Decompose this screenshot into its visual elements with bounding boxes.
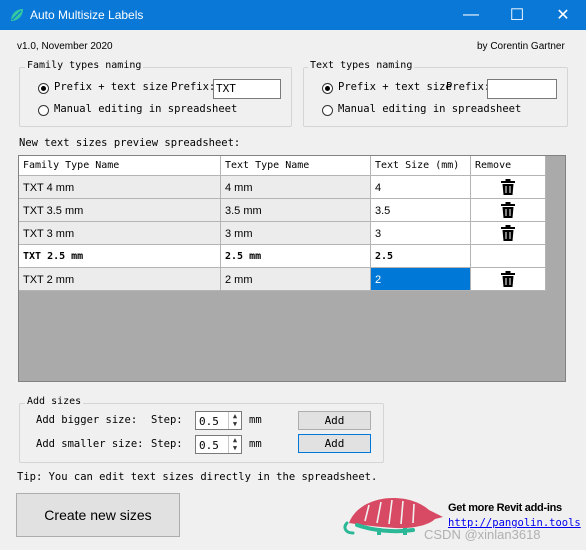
cell-family-name[interactable]: TXT 3 mm [19, 222, 221, 245]
close-icon: ✕ [556, 7, 570, 24]
cell-text-name[interactable]: 4 mm [221, 176, 371, 199]
chevron-down-icon[interactable]: ▼ [233, 420, 237, 428]
text-prefix-radio[interactable] [322, 83, 333, 94]
cell-text-name[interactable]: 3.5 mm [221, 199, 371, 222]
bigger-step-stepper[interactable]: 0.5 ▲ ▼ [195, 411, 242, 430]
tip-text: Tip: You can edit text sizes directly in… [17, 471, 378, 483]
version-label: v1.0, November 2020 [17, 41, 113, 52]
family-prefix-label: Prefix: [171, 81, 216, 93]
close-button[interactable]: ✕ [540, 0, 586, 30]
minimize-icon: — [463, 6, 479, 23]
add-sizes-legend: Add sizes [25, 396, 84, 407]
header-family-type[interactable]: Family Type Name [19, 156, 221, 176]
trash-icon [501, 271, 515, 287]
family-manual-radio[interactable] [38, 105, 49, 116]
remove-row-button[interactable] [471, 199, 546, 222]
minimize-button[interactable]: — [448, 0, 494, 30]
header-text-type[interactable]: Text Type Name [221, 156, 371, 176]
smaller-step-stepper[interactable]: 0.5 ▲ ▼ [195, 435, 242, 454]
add-bigger-button[interactable]: Add [298, 411, 371, 430]
trash-icon [501, 202, 515, 218]
remove-row-button[interactable] [471, 176, 546, 199]
chevron-down-icon[interactable]: ▼ [233, 444, 237, 452]
trash-icon [501, 225, 515, 241]
watermark-text: CSDN @xinlan3618 [424, 527, 541, 542]
stepper-arrows[interactable]: ▲ ▼ [228, 436, 241, 453]
cell-text-size[interactable]: 4 [371, 176, 471, 199]
bigger-unit-label: mm [249, 414, 262, 426]
cell-family-name[interactable]: TXT 3.5 mm [19, 199, 221, 222]
family-prefix-input[interactable]: TXT [213, 79, 281, 99]
add-bigger-label: Add bigger size: [36, 414, 138, 426]
chevron-up-icon[interactable]: ▲ [233, 412, 237, 420]
maximize-button[interactable]: ☐ [494, 0, 540, 30]
preview-label: New text sizes preview spreadsheet: [19, 137, 241, 149]
app-leaf-icon [11, 9, 23, 21]
family-manual-option-label: Manual editing in spreadsheet [54, 103, 238, 115]
stepper-arrows[interactable]: ▲ ▼ [228, 412, 241, 429]
text-prefix-option-label: Prefix + text size [338, 81, 452, 93]
add-smaller-button[interactable]: Add [298, 434, 371, 453]
window-title: Auto Multisize Labels [30, 8, 144, 22]
chevron-up-icon[interactable]: ▲ [233, 436, 237, 444]
author-label: by Corentin Gartner [477, 41, 565, 52]
cell-family-name[interactable]: TXT 2 mm [19, 268, 221, 291]
text-prefix-input[interactable] [487, 79, 557, 99]
cell-text-name[interactable]: 2 mm [221, 268, 371, 291]
add-smaller-label: Add smaller size: [36, 438, 144, 450]
cell-text-size[interactable]: 2.5 [371, 245, 471, 268]
create-new-sizes-button[interactable]: Create new sizes [16, 493, 180, 537]
text-prefix-label: Prefix: [446, 81, 491, 93]
family-naming-legend: Family types naming [25, 60, 144, 71]
bigger-step-label: Step: [151, 414, 183, 426]
cell-family-name[interactable]: TXT 4 mm [19, 176, 221, 199]
cell-text-name[interactable]: 2.5 mm [221, 245, 371, 268]
smaller-step-label: Step: [151, 438, 183, 450]
bigger-step-value: 0.5 [199, 415, 219, 428]
text-naming-legend: Text types naming [308, 60, 415, 71]
sizes-spreadsheet[interactable]: Family Type Name Text Type Name Text Siz… [18, 155, 566, 382]
cell-text-size[interactable]: 2 [371, 268, 471, 291]
cell-text-name[interactable]: 3 mm [221, 222, 371, 245]
header-remove[interactable]: Remove [471, 156, 546, 176]
family-prefix-radio[interactable] [38, 83, 49, 94]
text-manual-radio[interactable] [322, 105, 333, 116]
trash-icon [501, 179, 515, 195]
header-text-size[interactable]: Text Size (mm) [371, 156, 471, 176]
text-manual-option-label: Manual editing in spreadsheet [338, 103, 522, 115]
family-prefix-option-label: Prefix + text size [54, 81, 168, 93]
cell-family-name[interactable]: TXT 2.5 mm [19, 245, 221, 268]
cell-text-size[interactable]: 3 [371, 222, 471, 245]
promo-heading: Get more Revit add-ins [448, 502, 562, 514]
remove-cell-empty [471, 245, 546, 268]
title-bar: Auto Multisize Labels — ☐ ✕ [0, 0, 586, 30]
remove-row-button[interactable] [471, 268, 546, 291]
maximize-icon: ☐ [509, 7, 525, 24]
remove-row-button[interactable] [471, 222, 546, 245]
smaller-unit-label: mm [249, 438, 262, 450]
smaller-step-value: 0.5 [199, 439, 219, 452]
cell-text-size[interactable]: 3.5 [371, 199, 471, 222]
